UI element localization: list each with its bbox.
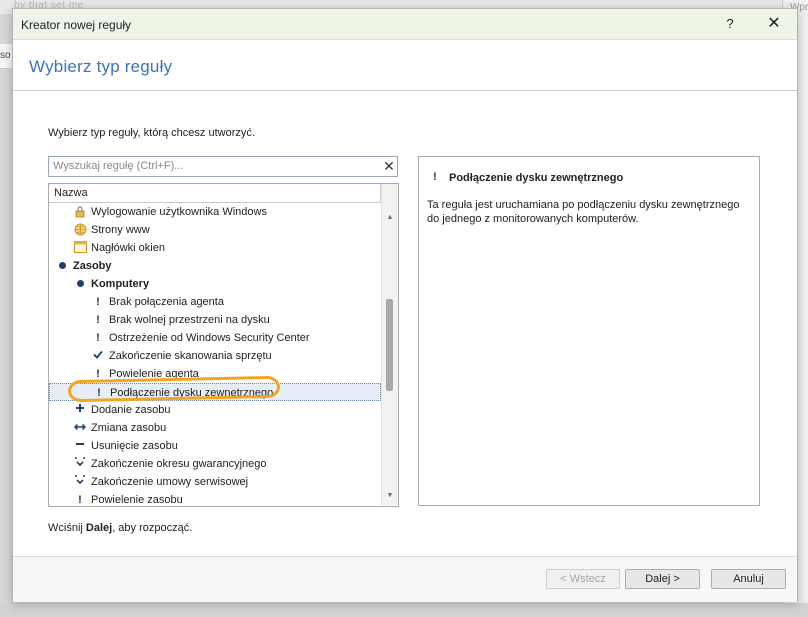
list-item-selected[interactable]: ! Podłączenie dysku zewnętrznego <box>49 383 381 401</box>
instruction-text: Wybierz typ reguły, którą chcesz utworzy… <box>48 127 255 139</box>
list-item[interactable]: Zmiana zasobu <box>49 419 381 437</box>
title-bar[interactable]: Kreator nowej reguły ? ✕ <box>13 9 797 40</box>
list-item-label: Usunięcie zasobu <box>91 440 178 452</box>
check-icon <box>91 349 105 363</box>
search-box: ✕ <box>48 156 398 177</box>
plus-icon <box>73 403 87 417</box>
list-item-label: Zasoby <box>73 260 112 272</box>
list-item-label: Zakończenie okresu gwarancyjnego <box>91 458 267 470</box>
description-pane: ! Podłączenie dysku zewnętrznego Ta regu… <box>418 156 760 506</box>
exclamation-icon: ! <box>433 171 437 183</box>
list-item[interactable]: Dodanie zasobu <box>49 401 381 419</box>
next-button[interactable]: Dalej > <box>625 569 700 589</box>
scroll-down-icon[interactable]: ▼ <box>382 490 398 502</box>
button-bar: < Wstecz Dalej > Anuluj <box>13 556 797 602</box>
list-item-label: Zmiana zasobu <box>91 422 167 434</box>
list-item[interactable]: Wylogowanie użytkownika Windows <box>49 203 381 221</box>
list-item[interactable]: Usunięcie zasobu <box>49 437 381 455</box>
list-item-label: Powielenie zasobu <box>91 494 183 505</box>
exclamation-icon: ! <box>78 494 82 505</box>
scrollbar-thumb[interactable] <box>386 299 393 391</box>
clear-search-icon[interactable]: ✕ <box>382 157 396 176</box>
bullet-icon <box>55 259 69 273</box>
list-item-label: Zakończenie skanowania sprzętu <box>109 350 272 362</box>
bullet-icon <box>73 277 87 291</box>
lock-icon <box>73 205 87 219</box>
list-item-label: Dodanie zasobu <box>91 404 171 416</box>
window-icon <box>73 241 87 255</box>
description-title: Podłączenie dysku zewnętrznego <box>449 172 624 184</box>
footer-hint-bold: Dalej <box>85 522 113 534</box>
list-item-label: Ostrzeżenie od Windows Security Center <box>109 332 310 344</box>
exclamation-icon: ! <box>97 387 101 399</box>
exclamation-icon: ! <box>96 368 100 380</box>
list-item-label: Strony www <box>91 224 150 236</box>
description-text: Ta reguła jest uruchamiana po podłączeni… <box>427 199 740 225</box>
background-app-bottom <box>0 603 808 617</box>
list-item[interactable]: Komputery <box>49 275 381 293</box>
background-left-text: so <box>0 50 11 61</box>
list-item[interactable]: Zakończenie umowy serwisowej <box>49 473 381 491</box>
list-item-label: Wylogowanie użytkownika Windows <box>91 206 267 218</box>
list-item[interactable]: ! Brak połączenia agenta <box>49 293 381 311</box>
close-button[interactable]: ✕ <box>762 14 786 34</box>
list-item[interactable]: Zakończenie skanowania sprzętu <box>49 347 381 365</box>
exclamation-icon: ! <box>96 332 100 344</box>
list-item[interactable]: Nagłówki okien <box>49 239 381 257</box>
column-header-name: Nazwa <box>54 187 88 199</box>
list-item[interactable]: Zakończenie okresu gwarancyjnego <box>49 455 381 473</box>
list-header[interactable]: Nazwa <box>49 184 381 203</box>
list-item-label: Powielenie agenta <box>109 368 199 380</box>
wizard-header: Wybierz typ reguły <box>13 40 797 91</box>
list-item[interactable]: ! Brak wolnej przestrzeni na dysku <box>49 311 381 329</box>
exclamation-icon: ! <box>96 296 100 308</box>
search-input[interactable] <box>51 158 381 174</box>
list-item[interactable]: Zasoby <box>49 257 381 275</box>
expiry-icon <box>73 457 87 471</box>
list-item[interactable]: ! Powielenie zasobu <box>49 491 381 505</box>
arrows-icon <box>73 421 87 435</box>
window-title: Kreator nowej reguły <box>21 18 132 32</box>
cancel-button[interactable]: Anuluj <box>711 569 786 589</box>
list-item-label: Brak wolnej przestrzeni na dysku <box>109 314 270 326</box>
list-item-label: Nagłówki okien <box>91 242 165 254</box>
list-scrollbar[interactable]: ▲ ▼ <box>381 184 398 505</box>
list-item[interactable]: ! Ostrzeżenie od Windows Security Center <box>49 329 381 347</box>
footer-hint: Wciśnij Dalej, aby rozpocząć. <box>48 522 192 534</box>
list-item[interactable]: Strony www <box>49 221 381 239</box>
list-item-label: Komputery <box>91 278 150 290</box>
expiry-icon <box>73 475 87 489</box>
globe-icon <box>73 223 87 237</box>
footer-hint-prefix: Wciśnij <box>48 522 86 534</box>
list-item-label: Brak połączenia agenta <box>109 296 224 308</box>
help-button[interactable]: ? <box>719 14 741 34</box>
rule-type-list: Nazwa Wylogowanie użytkownika Windows St… <box>48 183 399 507</box>
list-item-label: Zakończenie umowy serwisowej <box>91 476 249 488</box>
scroll-up-icon[interactable]: ▲ <box>382 212 398 224</box>
page-title: Wybierz typ reguły <box>29 57 173 76</box>
minus-icon <box>73 439 87 453</box>
list-item-label: Podłączenie dysku zewnętrznego <box>110 387 274 399</box>
exclamation-icon: ! <box>96 314 100 326</box>
rule-wizard-dialog: Kreator nowej reguły ? ✕ Wybierz typ reg… <box>12 8 798 602</box>
back-button[interactable]: < Wstecz <box>546 569 620 589</box>
list-rows: Wylogowanie użytkownika Windows Strony w… <box>49 203 381 505</box>
list-item[interactable]: ! Powielenie agenta <box>49 365 381 383</box>
footer-hint-suffix: , aby rozpocząć. <box>112 522 193 534</box>
